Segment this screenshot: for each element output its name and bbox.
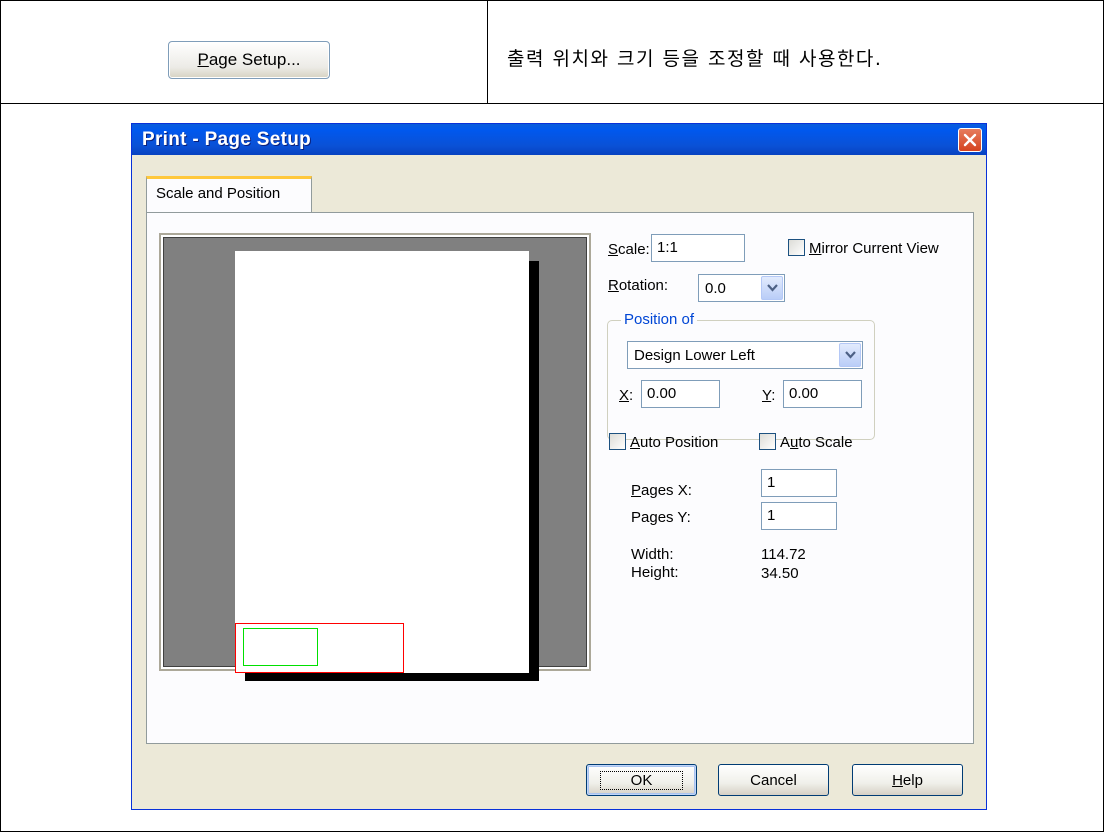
print-preview	[161, 235, 589, 681]
position-of-dropdown-button[interactable]	[839, 343, 861, 367]
chevron-down-icon	[844, 351, 856, 359]
preview-page	[235, 251, 529, 673]
rotation-value: 0.0	[705, 280, 726, 297]
pages-x-input[interactable]: 1	[761, 469, 837, 497]
position-of-select[interactable]: Design Lower Left	[627, 341, 863, 369]
width-label: Width:	[631, 546, 674, 563]
rotation-dropdown-button[interactable]	[761, 276, 783, 300]
rotation-select[interactable]: 0.0	[698, 274, 785, 302]
auto-scale-label: Auto Scale	[780, 434, 853, 451]
page-setup-description: 출력 위치와 크기 등을 조정할 때 사용한다.	[507, 48, 883, 70]
x-input[interactable]: 0.00	[641, 380, 720, 408]
help-button[interactable]: Help	[852, 764, 963, 796]
cancel-button-label: Cancel	[750, 771, 797, 789]
mirror-current-view-checkbox[interactable]	[788, 239, 805, 256]
page-setup-button[interactable]: Page Setup...	[168, 41, 330, 79]
close-icon	[963, 133, 977, 147]
pages-y-label: Pages Y:	[631, 509, 691, 526]
auto-scale-checkbox[interactable]	[759, 433, 776, 450]
pages-x-label: Pages X:	[631, 482, 692, 499]
scale-input[interactable]: 1:1	[651, 234, 745, 262]
height-label: Height:	[631, 564, 679, 581]
tab-panel: Scale: 1:1 Mirror Current View Rotation:…	[146, 212, 974, 744]
title-bar[interactable]: Print - Page Setup	[132, 124, 986, 155]
board-outline	[243, 628, 318, 666]
tab-scale-and-position[interactable]: Scale and Position	[146, 176, 312, 213]
table-border-top	[0, 0, 1104, 1]
close-button[interactable]	[958, 128, 982, 152]
y-label: Y:	[762, 387, 776, 404]
cancel-button[interactable]: Cancel	[718, 764, 829, 796]
rotation-label: Rotation:	[608, 277, 669, 294]
width-value: 114.72	[761, 546, 806, 563]
auto-position-label: Auto Position	[630, 434, 719, 451]
position-of-value: Design Lower Left	[634, 347, 755, 364]
auto-position-checkbox[interactable]	[609, 433, 626, 450]
y-input[interactable]: 0.00	[783, 380, 862, 408]
height-value: 34.50	[761, 565, 799, 582]
table-row-divider	[0, 103, 1104, 104]
page-setup-button-label: Page Setup...	[197, 50, 301, 69]
mirror-current-view-label: Mirror Current View	[809, 240, 939, 257]
ok-button[interactable]: OK	[586, 764, 697, 796]
table-column-divider	[487, 0, 488, 104]
pages-y-input[interactable]: 1	[761, 502, 837, 530]
x-label: X:	[619, 387, 634, 404]
table-border-left	[0, 0, 1, 832]
chevron-down-icon	[766, 284, 778, 292]
scale-label: Scale:	[608, 241, 650, 258]
dialog-title: Print - Page Setup	[142, 129, 312, 150]
help-button-label: Help	[892, 771, 923, 789]
position-of-group-label: Position of	[621, 311, 698, 328]
ok-button-label: OK	[599, 770, 684, 790]
page-setup-dialog: Print - Page Setup Scale and Position Sc…	[131, 123, 987, 810]
